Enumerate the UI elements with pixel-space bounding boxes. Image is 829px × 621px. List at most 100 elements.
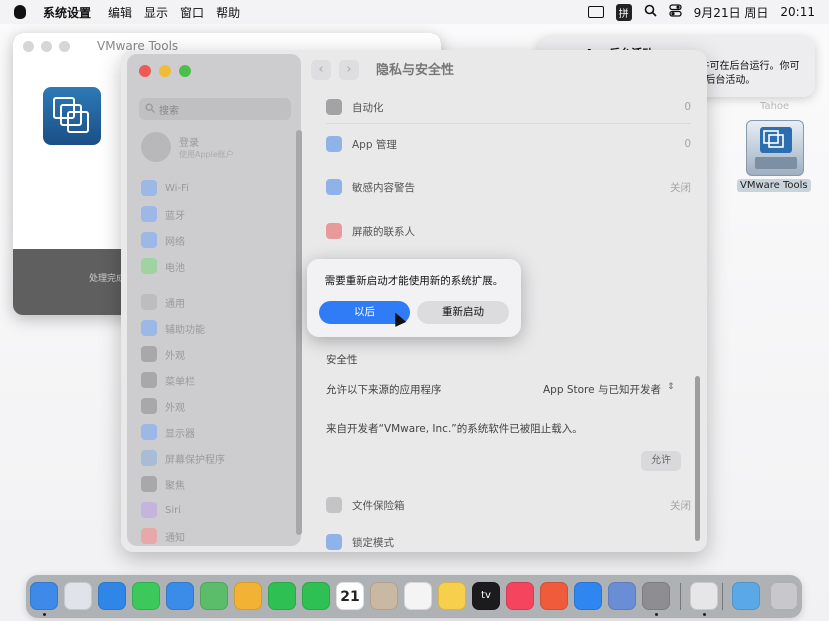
menu-edit[interactable]: 编辑 <box>108 4 132 21</box>
messages-icon[interactable] <box>132 582 160 610</box>
sidebar-item-label: 通知 <box>165 532 185 544</box>
allow-button[interactable]: 允许 <box>641 451 681 471</box>
sidebar-item-label: 蓝牙 <box>165 210 185 222</box>
profile-subtitle: 使用Apple账户 <box>179 150 234 159</box>
sidebar-item-icon <box>141 320 157 336</box>
reminders-icon[interactable] <box>404 582 432 610</box>
sidebar-item[interactable]: 蓝牙 <box>141 206 185 222</box>
vmware-tools-disk-icon[interactable] <box>746 120 804 176</box>
installer-icon[interactable] <box>690 582 718 610</box>
search-icon[interactable] <box>644 4 657 20</box>
chevron-up-down-icon[interactable]: ⇕ <box>667 382 675 392</box>
row-filevault[interactable]: 文件保险箱 关闭 <box>326 497 691 513</box>
vmware-status-text: 处理完成 <box>89 274 126 284</box>
sidebar-item-icon <box>141 372 157 388</box>
sidebar-item[interactable]: 网络 <box>141 232 185 248</box>
sidebar-item[interactable]: Wi-Fi <box>141 180 189 196</box>
sidebar-item-icon <box>141 180 157 196</box>
sidebar-item[interactable]: 显示器 <box>141 424 195 440</box>
trash-icon[interactable] <box>770 582 798 610</box>
input-method-indicator[interactable]: 拼 <box>615 3 632 21</box>
dock: 21 tv <box>26 575 802 618</box>
row-sensitive-content[interactable]: 敏感内容警告 关闭 <box>326 179 691 195</box>
tv-label: tv <box>481 590 491 601</box>
desktop-icon-label: VMware Tools <box>737 179 811 192</box>
allow-apps-label: 允许以下来源的应用程序 <box>326 384 442 396</box>
iphone-mirroring-icon[interactable] <box>608 582 636 610</box>
apple-menu-icon[interactable] <box>14 5 26 19</box>
sidebar-item[interactable]: 外观 <box>141 346 185 362</box>
notes-icon[interactable] <box>438 582 466 610</box>
sidebar-item-label: 外观 <box>165 350 185 362</box>
blocked-icon <box>326 223 342 239</box>
downloads-folder-icon[interactable] <box>732 582 760 610</box>
contacts-icon[interactable] <box>370 582 398 610</box>
control-center-icon[interactable] <box>669 4 682 20</box>
sidebar-item[interactable]: 辅助功能 <box>141 320 205 336</box>
forward-button[interactable]: › <box>339 60 359 80</box>
system-settings-icon[interactable] <box>642 582 670 610</box>
lock-icon <box>326 497 342 513</box>
tv-icon[interactable]: tv <box>472 582 500 610</box>
content-scrollbar[interactable] <box>695 376 700 541</box>
allow-apps-select[interactable]: App Store 与已知开发者 <box>543 382 661 397</box>
search-placeholder: 搜索 <box>159 106 179 117</box>
restart-button[interactable]: 重新启动 <box>417 301 509 324</box>
sidebar-item[interactable]: 外观 <box>141 398 185 414</box>
calendar-icon[interactable]: 21 <box>336 582 364 610</box>
sidebar-item[interactable]: Siri <box>141 502 181 518</box>
blocked-software-message: 来自开发者“VMware, Inc.”的系统软件已被阻止载入。 <box>326 423 583 435</box>
finder-icon[interactable] <box>30 582 58 610</box>
automation-icon <box>326 99 342 115</box>
minimize-button[interactable] <box>41 41 52 52</box>
sidebar-item-icon <box>141 232 157 248</box>
row-app-management[interactable]: App 管理 0 <box>326 136 691 152</box>
sidebar-item-icon <box>141 450 157 466</box>
avatar[interactable] <box>141 132 171 162</box>
calendar-day: 21 <box>340 589 360 605</box>
back-button[interactable]: ‹ <box>311 60 331 80</box>
facetime-icon[interactable] <box>268 582 296 610</box>
phone-icon[interactable] <box>302 582 330 610</box>
sidebar-item-icon <box>141 294 157 310</box>
maps-icon[interactable] <box>200 582 228 610</box>
photos-icon[interactable] <box>234 582 262 610</box>
zoom-button[interactable] <box>59 41 70 52</box>
close-button[interactable] <box>23 41 34 52</box>
zoom-button[interactable] <box>179 65 191 77</box>
sidebar-item[interactable]: 通用 <box>141 294 185 310</box>
sidebar: 搜索 登录 使用Apple账户 Wi-Fi 蓝牙 网络 电池 通用 辅助功能 外观 菜单栏 外观… <box>127 54 302 546</box>
launcher-icon[interactable] <box>540 582 568 610</box>
mail-icon[interactable] <box>166 582 194 610</box>
menubar-date[interactable]: 9月21日 周日 <box>694 4 769 21</box>
running-indicator <box>703 613 706 616</box>
sidebar-item-label: 通用 <box>165 298 185 310</box>
row-blocked-contacts[interactable]: 屏蔽的联系人 <box>326 223 691 239</box>
launchpad-icon[interactable] <box>64 582 92 610</box>
app-menu-settings[interactable]: 系统设置 <box>43 4 91 21</box>
minimize-button[interactable] <box>159 65 171 77</box>
menu-help[interactable]: 帮助 <box>216 4 240 21</box>
music-icon[interactable] <box>506 582 534 610</box>
search-field[interactable]: 搜索 <box>139 98 291 120</box>
menu-window[interactable]: 窗口 <box>180 4 204 21</box>
sidebar-item[interactable]: 屏幕保护程序 <box>141 450 225 466</box>
sidebar-item[interactable]: 聚焦 <box>141 476 185 492</box>
vmware-logo-icon <box>43 87 101 145</box>
menu-view[interactable]: 显示 <box>144 4 168 21</box>
sidebar-item[interactable]: 电池 <box>141 258 185 274</box>
safari-icon[interactable] <box>98 582 126 610</box>
menubar-clock[interactable]: 20:11 <box>780 5 815 19</box>
close-button[interactable] <box>139 65 151 77</box>
row-lockdown-mode[interactable]: 锁定模式 <box>326 534 691 550</box>
sidebar-item-label: Siri <box>165 504 182 516</box>
row-automation[interactable]: 自动化 0 <box>326 99 691 115</box>
display-status-icon[interactable] <box>587 6 604 18</box>
profile-name[interactable]: 登录 <box>179 134 199 149</box>
menu-bar: 系统设置 编辑 显示 窗口 帮助 拼 9月21日 周日 20:11 <box>0 0 829 24</box>
sidebar-item[interactable]: 通知 <box>141 528 185 544</box>
sidebar-item[interactable]: 菜单栏 <box>141 372 195 388</box>
hand-icon <box>326 534 342 550</box>
sidebar-scrollbar[interactable] <box>296 130 302 535</box>
app-store-icon[interactable] <box>574 582 602 610</box>
